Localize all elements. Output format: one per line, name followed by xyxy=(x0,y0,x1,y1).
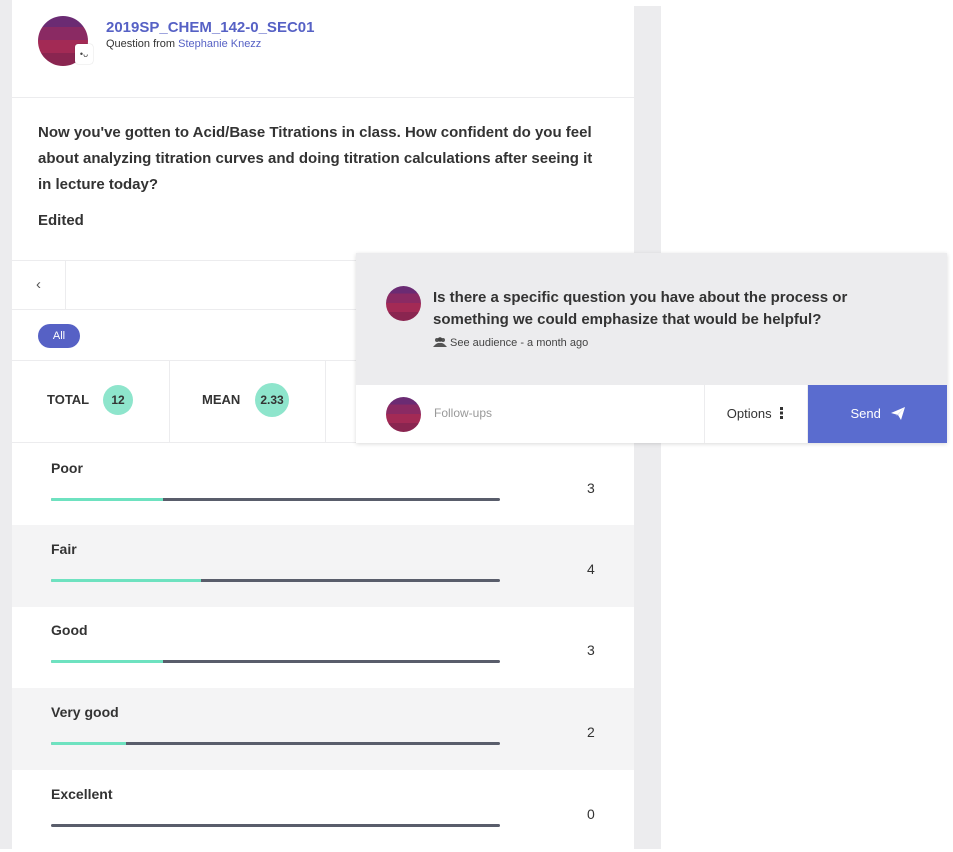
filter-all-pill[interactable]: All xyxy=(38,324,80,348)
option-label: Good xyxy=(51,622,88,638)
options-button[interactable]: Options xyxy=(704,385,808,443)
option-bar-track xyxy=(51,824,500,827)
stat-mean: MEAN 2.33 xyxy=(170,361,326,442)
question-from: Question from Stephanie Knezz xyxy=(106,38,261,50)
users-icon xyxy=(433,337,447,347)
option-row: Good 3 xyxy=(12,606,634,688)
audience-meta-text: See audience - a month ago xyxy=(450,337,589,349)
option-bar-fill xyxy=(51,498,164,501)
course-title[interactable]: 2019SP_CHEM_142-0_SEC01 xyxy=(106,19,314,36)
option-label: Excellent xyxy=(51,786,113,802)
bot-badge-icon: •ᴗ xyxy=(75,44,93,64)
option-row: Fair 4 xyxy=(12,525,634,607)
option-bar-track xyxy=(51,660,500,663)
followup-bar: Follow-ups Options Send xyxy=(356,385,947,443)
total-label: TOTAL xyxy=(47,392,90,407)
option-count: 3 xyxy=(587,642,595,658)
option-row: Excellent 0 xyxy=(12,770,634,852)
left-edge xyxy=(0,0,12,849)
back-button[interactable]: ‹ xyxy=(12,261,66,309)
comment-meta[interactable]: See audience - a month ago xyxy=(433,337,588,349)
send-label: Send xyxy=(850,406,881,421)
option-bar-fill xyxy=(51,742,126,745)
option-row: Very good 2 xyxy=(12,688,634,770)
paper-plane-icon xyxy=(890,407,905,420)
option-count: 2 xyxy=(587,724,595,740)
commenter-avatar xyxy=(386,286,421,321)
comment-text: Is there a specific question you have ab… xyxy=(433,289,848,328)
option-count: 0 xyxy=(587,806,595,822)
from-prefix: Question from xyxy=(106,38,179,50)
options-label: Options xyxy=(726,406,772,421)
option-bar-track xyxy=(51,498,500,501)
send-button[interactable]: Send xyxy=(808,385,947,443)
vertical-dots-icon xyxy=(780,407,784,419)
question-text: Now you've gotten to Acid/Base Titration… xyxy=(38,124,593,193)
comment-thread: Is there a specific question you have ab… xyxy=(356,253,947,385)
card-header: •ᴗ 2019SP_CHEM_142-0_SEC01 Question from… xyxy=(12,0,634,98)
option-label: Very good xyxy=(51,704,119,720)
option-label: Fair xyxy=(51,541,77,557)
option-bar-fill xyxy=(51,579,201,582)
my-avatar xyxy=(386,397,421,432)
option-count: 3 xyxy=(587,480,595,496)
option-count: 4 xyxy=(587,561,595,577)
option-bar-track xyxy=(51,742,500,745)
option-bar-track xyxy=(51,579,500,582)
option-label: Poor xyxy=(51,460,83,476)
author-link[interactable]: Stephanie Knezz xyxy=(178,38,261,50)
stat-total: TOTAL 12 xyxy=(12,361,170,442)
option-bar-fill xyxy=(51,660,164,663)
followups-input[interactable]: Follow-ups xyxy=(434,406,492,420)
option-row: Poor 3 xyxy=(12,444,634,526)
mean-label: MEAN xyxy=(202,392,241,407)
edited-label: Edited xyxy=(38,212,84,229)
total-value: 12 xyxy=(103,385,133,415)
chevron-left-icon: ‹ xyxy=(36,276,41,293)
mean-value: 2.33 xyxy=(255,383,289,417)
comment-popup: Is there a specific question you have ab… xyxy=(356,253,947,443)
